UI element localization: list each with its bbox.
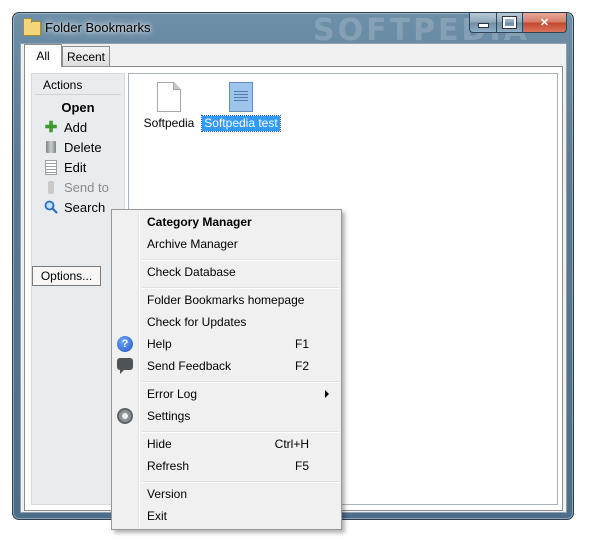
menu-item-label: Send Feedback	[147, 359, 232, 373]
send-to-label: Send to	[64, 179, 109, 195]
search-label: Search	[64, 199, 106, 215]
title-bar[interactable]: Folder Bookmarks SOFTPEDIA ✕	[13, 13, 573, 48]
menu-item-shortcut: F2	[294, 359, 309, 373]
options-menu: Category Manager Archive Manager Check D…	[111, 209, 342, 530]
minimize-button[interactable]	[469, 13, 497, 33]
menu-item-label: Settings	[147, 409, 191, 423]
edit-label: Edit	[64, 159, 87, 175]
delete-button[interactable]: Delete	[32, 138, 124, 156]
menu-item-label: Error Log	[147, 387, 198, 401]
list-item[interactable]: Softpedia	[129, 74, 209, 131]
list-item-label: Softpedia test	[201, 115, 281, 132]
add-label: Add	[64, 119, 88, 135]
menu-item-label: Hide	[147, 437, 172, 451]
menu-item-label: Archive Manager	[147, 237, 238, 251]
file-icon	[157, 82, 181, 112]
menu-item-help[interactable]: ? Help F1	[112, 333, 341, 355]
add-button[interactable]: ✚ Add	[32, 118, 124, 136]
document-icon	[229, 82, 253, 112]
send-to-button[interactable]: Send to	[32, 178, 124, 196]
menu-item-label: Folder Bookmarks homepage	[147, 293, 305, 307]
menu-item-homepage[interactable]: Folder Bookmarks homepage	[112, 289, 341, 311]
menu-item-check-updates[interactable]: Check for Updates	[112, 311, 341, 333]
list-item[interactable]: Softpedia test	[201, 74, 281, 132]
menu-item-shortcut: F5	[294, 459, 309, 473]
maximize-icon	[503, 17, 516, 28]
close-button[interactable]: ✕	[523, 13, 567, 33]
menu-item-label: Help	[147, 337, 172, 351]
caption-buttons: ✕	[469, 13, 567, 33]
menu-item-label: Check for Updates	[147, 315, 247, 329]
edit-button[interactable]: Edit	[32, 158, 124, 176]
help-icon: ?	[117, 336, 133, 352]
menu-item-label: Check Database	[147, 265, 236, 279]
tab-all[interactable]: All	[24, 44, 62, 67]
menu-item-refresh[interactable]: Refresh F5	[112, 455, 341, 477]
minimize-icon	[477, 23, 489, 28]
folder-icon	[23, 18, 41, 36]
list-item-label: Softpedia	[143, 116, 195, 130]
menu-item-shortcut: F1	[294, 337, 309, 351]
submenu-arrow-icon	[325, 390, 329, 398]
gear-icon	[117, 408, 133, 424]
options-button[interactable]: Options...	[32, 266, 101, 286]
menu-item-exit[interactable]: Exit	[112, 505, 341, 527]
menu-item-settings[interactable]: Settings	[112, 405, 341, 427]
maximize-button[interactable]	[497, 13, 523, 33]
tab-recent[interactable]: Recent	[62, 46, 110, 67]
trash-icon	[44, 140, 58, 154]
menu-item-archive-manager[interactable]: Archive Manager	[112, 233, 341, 255]
divider	[35, 94, 121, 95]
menu-item-version[interactable]: Version	[112, 483, 341, 505]
add-icon: ✚	[44, 119, 58, 136]
menu-item-label: Version	[147, 487, 188, 501]
actions-header: Actions	[43, 78, 83, 92]
menu-item-send-feedback[interactable]: Send Feedback F2	[112, 355, 341, 377]
window-title: Folder Bookmarks	[45, 20, 151, 35]
menu-item-label: Refresh	[147, 459, 190, 473]
search-icon	[44, 200, 58, 214]
open-button[interactable]: Open	[32, 98, 124, 116]
menu-item-category-manager[interactable]: Category Manager	[112, 211, 341, 233]
edit-icon	[44, 159, 58, 175]
menu-item-error-log[interactable]: Error Log	[112, 383, 341, 405]
menu-item-check-database[interactable]: Check Database	[112, 261, 341, 283]
menu-item-shortcut: Ctrl+H	[274, 437, 309, 451]
menu-item-label: Category Manager	[147, 215, 252, 229]
feedback-icon	[117, 358, 133, 374]
menu-item-label: Exit	[147, 509, 168, 523]
menu-item-hide[interactable]: Hide Ctrl+H	[112, 433, 341, 455]
send-to-icon	[44, 180, 58, 194]
close-icon: ✕	[539, 17, 550, 29]
delete-label: Delete	[64, 139, 102, 155]
